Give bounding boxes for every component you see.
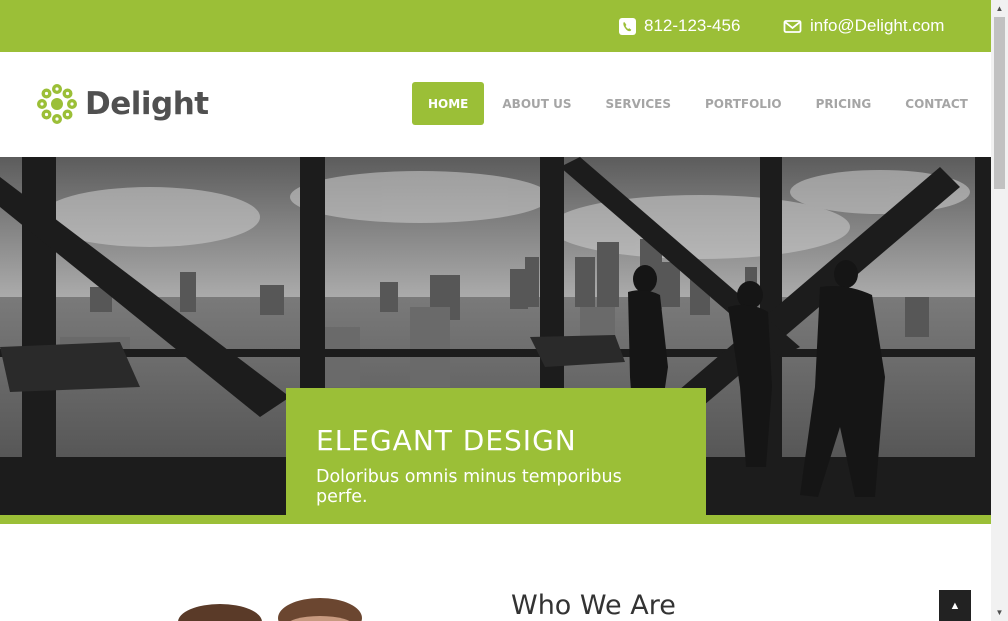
phone-number: 812-123-456 [644,16,741,35]
site-logo[interactable]: Delight [35,82,209,126]
nav-portfolio[interactable]: PORTFOLIO [689,82,798,125]
scroll-down-arrow-icon[interactable]: ▼ [991,604,1008,621]
envelope-icon [783,19,802,33]
site-header: Delight HOME ABOUT US SERVICES PORTFOLIO… [0,52,991,157]
chevron-up-icon: ▲ [949,600,961,612]
hero-subtitle: Doloribus omnis minus temporibus perfe. [316,467,622,507]
scroll-up-arrow-icon[interactable]: ▲ [991,0,1008,17]
hero-caption: ELEGANT DESIGN Doloribus omnis minus tem… [286,388,706,516]
brand-name: Delight [85,86,209,122]
main-nav: HOME ABOUT US SERVICES PORTFOLIO PRICING… [412,82,986,125]
flower-icon [37,84,77,124]
nav-pricing[interactable]: PRICING [800,82,888,125]
hero-title: ELEGANT DESIGN [316,424,577,457]
top-bar-phone[interactable]: 812-123-456 [619,0,740,52]
phone-icon [619,17,636,35]
page-scrollbar[interactable]: ▲ ▼ [991,0,1008,621]
top-bar-email[interactable]: info@Delight.com [783,0,944,52]
page: 812-123-456 info@Delight.com Delight HOM… [0,0,991,621]
section-heading: Who We Are [511,590,676,621]
nav-contact[interactable]: CONTACT [889,82,984,125]
hero-accent-strip [0,515,991,524]
top-bar: 812-123-456 info@Delight.com [0,0,991,52]
email-address: info@Delight.com [810,16,945,35]
nav-about-us[interactable]: ABOUT US [486,82,587,125]
scrollbar-thumb[interactable] [994,17,1005,189]
team-photo [178,598,362,621]
nav-home[interactable]: HOME [412,82,485,125]
nav-services[interactable]: SERVICES [590,82,687,125]
scroll-to-top-button[interactable]: ▲ [939,590,971,621]
